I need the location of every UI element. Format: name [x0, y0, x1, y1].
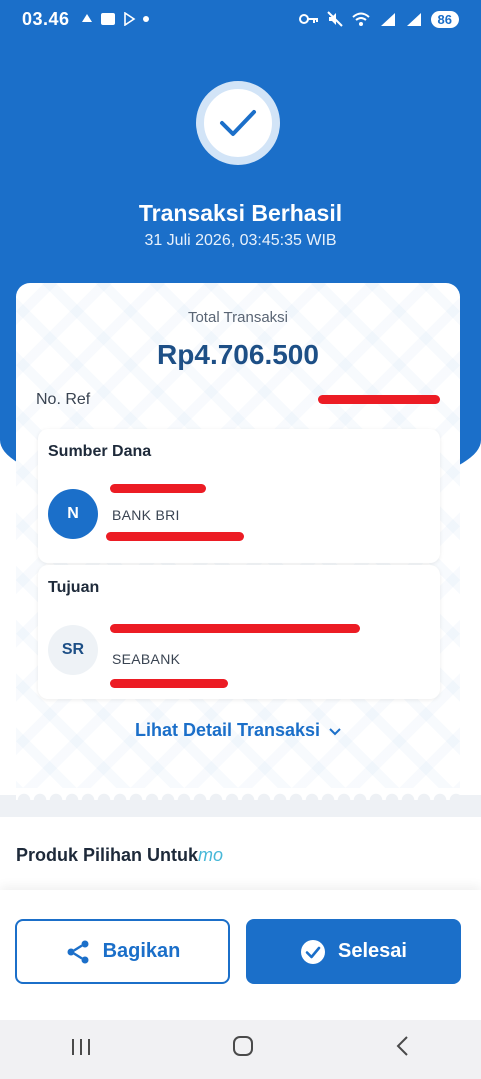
- signal-1-icon: [380, 13, 395, 26]
- source-account-redaction: [106, 532, 244, 541]
- detail-link-label: Lihat Detail Transaksi: [134, 720, 321, 740]
- total-amount: Rp4.706.500: [157, 339, 319, 370]
- transaction-status-title: Transaksi Berhasil: [138, 200, 343, 226]
- status-bar: 03.46 86: [0, 0, 481, 38]
- destination-avatar: SR: [48, 625, 98, 675]
- battery-indicator: 86: [430, 10, 459, 28]
- dot-icon: [142, 16, 149, 22]
- ref-label: No. Ref: [36, 391, 91, 408]
- total-label: Total Transaksi: [187, 309, 289, 326]
- status-time: 03.46: [22, 8, 70, 29]
- mute-icon: [326, 11, 343, 27]
- back-icon[interactable]: [395, 1035, 411, 1064]
- destination-title: Tujuan: [48, 579, 100, 596]
- system-icons: 86: [298, 10, 459, 28]
- share-icon: [67, 940, 89, 963]
- check-icon: [220, 110, 256, 136]
- chevron-down-icon: [329, 723, 341, 739]
- receipt-card: Total Transaksi Rp4.706.500 No. Ref Sumb…: [16, 283, 460, 795]
- notification-icon: [81, 14, 92, 22]
- recommended-products-label: Produk Pilihan Untuk: [16, 845, 199, 865]
- brand-mo: mo: [198, 845, 224, 865]
- wifi-icon: [351, 12, 370, 26]
- done-button-label: Selesai: [338, 940, 407, 962]
- play-store-icon: [123, 12, 135, 26]
- recommended-products-title: Produk Pilihan Untukmo: [16, 845, 223, 866]
- source-title: Sumber Dana: [48, 443, 152, 460]
- share-button[interactable]: Bagikan: [15, 919, 230, 984]
- source-bank: BANK BRI: [112, 507, 180, 523]
- source-name-redaction: [110, 484, 206, 493]
- transaction-datetime: 31 Juli 2026, 03:45:35 WIB: [144, 232, 337, 249]
- home-icon[interactable]: [232, 1035, 254, 1064]
- bri-app-icon: [100, 13, 115, 25]
- view-transaction-detail-link[interactable]: Lihat Detail Transaksi: [16, 720, 460, 741]
- signal-2-icon: [406, 13, 421, 26]
- key-icon: [298, 14, 318, 24]
- destination-card: Tujuan SR SEABANK: [38, 565, 440, 699]
- notification-icons: [80, 12, 150, 26]
- source-of-funds-card: Sumber Dana N BANK BRI: [38, 429, 440, 563]
- system-navigation-bar: [0, 1020, 481, 1079]
- destination-account-redaction: [110, 679, 228, 688]
- receipt-torn-edge: [16, 788, 460, 800]
- recents-icon[interactable]: [70, 1036, 92, 1064]
- share-button-label: Bagikan: [102, 940, 181, 962]
- ref-number-redaction: [318, 395, 440, 404]
- done-button[interactable]: Selesai: [246, 919, 461, 984]
- success-badge: [196, 81, 280, 165]
- destination-bank: SEABANK: [112, 651, 181, 667]
- action-bar: Bagikan Selesai: [0, 890, 481, 1020]
- destination-name-redaction: [110, 624, 360, 633]
- source-avatar: N: [48, 489, 98, 539]
- check-circle-icon: [301, 939, 326, 964]
